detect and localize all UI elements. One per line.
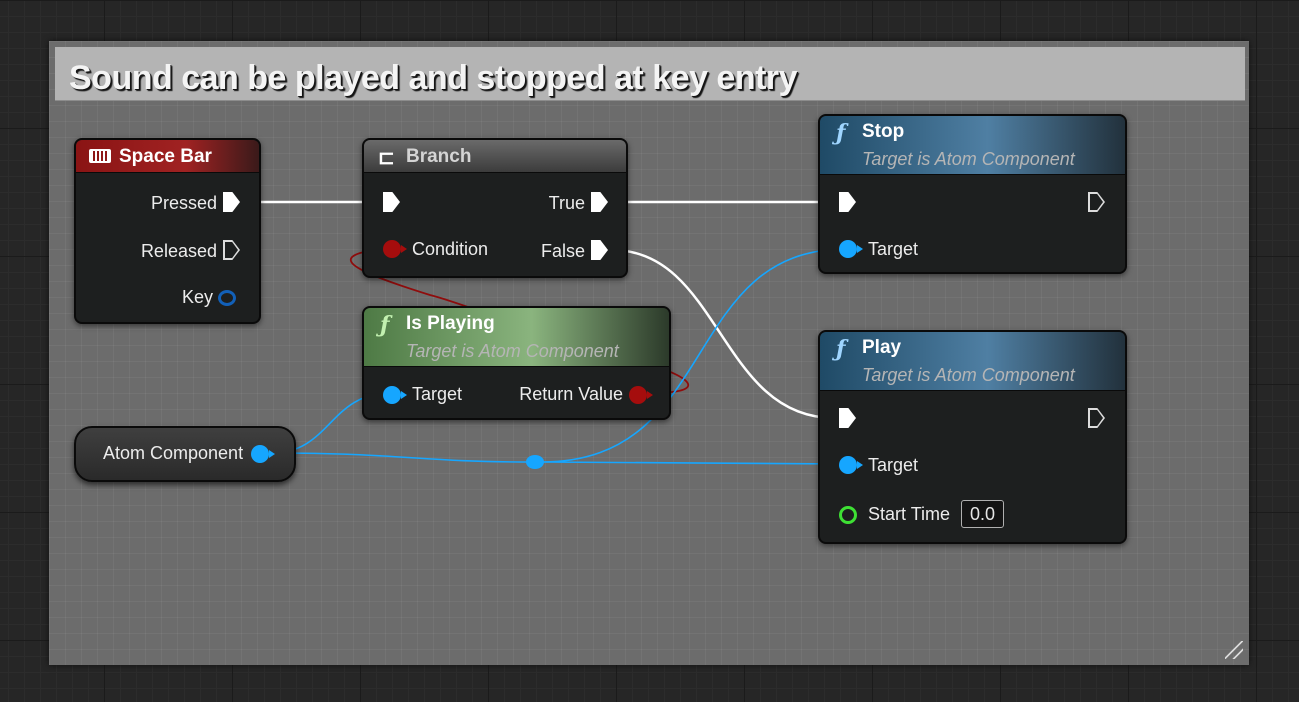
function-icon: ƒ — [836, 120, 846, 146]
atom-component-variable-node[interactable]: Atom Component — [74, 426, 296, 482]
function-icon: ƒ — [380, 312, 390, 338]
play-target-label: Target — [868, 455, 919, 475]
true-exec-pin[interactable] — [591, 192, 608, 212]
play-node[interactable]: ƒ Play Target is Atom Component Target S… — [818, 330, 1127, 544]
pressed-exec-pin[interactable] — [223, 192, 240, 212]
is-playing-node[interactable]: ƒ Is Playing Target is Atom Component Ta… — [362, 306, 671, 420]
atom-component-pin[interactable] — [251, 445, 275, 463]
space-bar-header[interactable]: Space Bar — [76, 140, 259, 173]
start-time-label: Start Time — [868, 504, 951, 524]
resize-handle-icon[interactable] — [1225, 641, 1243, 659]
function-icon: ƒ — [836, 336, 846, 362]
atom-component-label: Atom Component — [103, 443, 244, 463]
stop-target-label: Target — [868, 239, 919, 259]
play-exec-in-pin[interactable] — [839, 408, 856, 428]
comment-header[interactable]: Sound can be played and stopped at key e… — [55, 47, 1245, 101]
stop-exec-in-pin[interactable] — [839, 192, 856, 212]
is-playing-target-pin[interactable] — [383, 386, 407, 404]
stop-subtitle: Target is Atom Component — [862, 149, 1075, 169]
play-exec-out-pin[interactable] — [1088, 408, 1105, 428]
space-bar-node[interactable]: Space Bar Pressed Released Key — [74, 138, 261, 324]
released-exec-pin[interactable] — [223, 240, 240, 260]
play-subtitle: Target is Atom Component — [862, 365, 1075, 385]
reroute-node[interactable] — [526, 455, 544, 469]
stop-title: Stop — [862, 121, 905, 142]
branch-icon: ⊏ — [378, 147, 395, 169]
branch-title: Branch — [406, 146, 472, 167]
keyboard-icon — [89, 149, 111, 163]
stop-target-pin[interactable] — [839, 240, 863, 258]
stop-exec-out-pin[interactable] — [1088, 192, 1105, 212]
false-label: False — [540, 241, 585, 261]
comment-title[interactable]: Sound can be played and stopped at key e… — [69, 59, 798, 98]
stop-header[interactable]: ƒ Stop Target is Atom Component — [820, 116, 1125, 175]
return-value-pin[interactable] — [629, 386, 653, 404]
branch-node[interactable]: ⊏ Branch True Condition False — [362, 138, 628, 278]
space-bar-title: Space Bar — [119, 146, 212, 167]
pressed-label: Pressed — [150, 193, 217, 213]
return-value-label: Return Value — [519, 384, 623, 404]
condition-label: Condition — [412, 239, 489, 259]
true-label: True — [548, 193, 585, 213]
is-playing-header[interactable]: ƒ Is Playing Target is Atom Component — [364, 308, 669, 367]
play-header[interactable]: ƒ Play Target is Atom Component — [820, 332, 1125, 391]
is-playing-title: Is Playing — [406, 313, 495, 334]
released-label: Released — [140, 241, 217, 261]
start-time-pin[interactable] — [839, 506, 857, 524]
key-label: Key — [181, 287, 213, 307]
key-pin[interactable] — [218, 290, 236, 306]
is-playing-subtitle: Target is Atom Component — [406, 341, 619, 361]
start-time-input[interactable]: 0.0 — [961, 500, 1004, 528]
branch-header[interactable]: ⊏ Branch — [364, 140, 626, 173]
false-exec-pin[interactable] — [591, 240, 608, 260]
branch-exec-in-pin[interactable] — [383, 192, 400, 212]
is-playing-target-label: Target — [412, 384, 463, 404]
play-target-pin[interactable] — [839, 456, 863, 474]
play-title: Play — [862, 337, 902, 358]
condition-pin[interactable] — [383, 240, 407, 258]
stop-node[interactable]: ƒ Stop Target is Atom Component Target — [818, 114, 1127, 274]
